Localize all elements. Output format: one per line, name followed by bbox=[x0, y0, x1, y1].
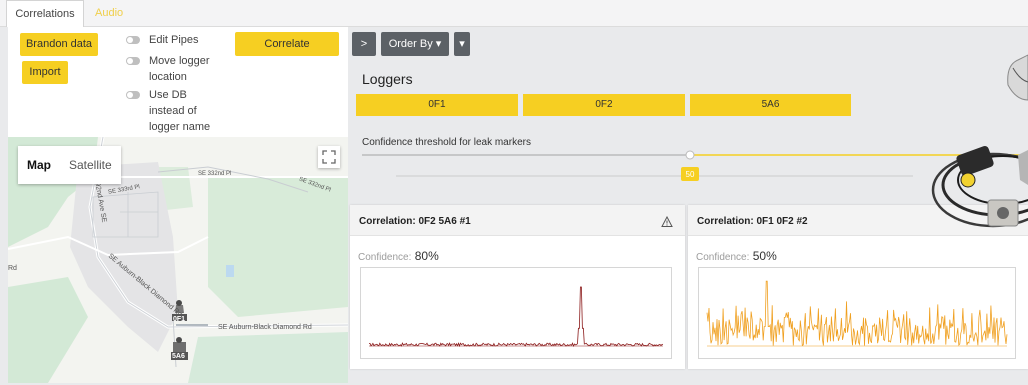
road-label: Rd bbox=[8, 265, 17, 272]
correlation-trace-1 bbox=[369, 286, 664, 348]
order-dropdown-button[interactable]: ▾ bbox=[454, 32, 470, 56]
map-view[interactable]: SE 332nd Pl SE 332nd Pl SE 333rd Pl 192n… bbox=[8, 137, 348, 383]
fullscreen-icon bbox=[322, 150, 336, 164]
order-by-button[interactable]: Order By ▾ bbox=[381, 32, 449, 56]
correlation-trace-2 bbox=[706, 280, 1008, 347]
next-button[interactable]: > bbox=[352, 32, 376, 56]
logger-button-0f2[interactable]: 0F2 bbox=[523, 94, 685, 116]
map-type-satellite[interactable]: Satellite bbox=[60, 146, 121, 184]
map-type-map[interactable]: Map bbox=[18, 146, 60, 184]
correlation-line bbox=[369, 286, 664, 348]
warning-icon bbox=[661, 216, 673, 227]
move-logger-toggle[interactable] bbox=[126, 57, 140, 65]
fullscreen-button[interactable] bbox=[318, 146, 340, 168]
correlation-title: Correlation: 0F2 5A6 #1 bbox=[359, 216, 471, 227]
confidence-value: 50% bbox=[752, 249, 777, 263]
correlation-plot-2 bbox=[698, 267, 1016, 359]
road-label: SE Auburn-Black Diamond Rd bbox=[218, 324, 312, 331]
confidence-readout: Confidence: 80% bbox=[358, 249, 439, 263]
confidence-value: 80% bbox=[414, 249, 439, 263]
use-db-toggle[interactable] bbox=[126, 91, 140, 99]
correlation-card-1[interactable]: Correlation: 0F2 5A6 #1 Confidence: 80% bbox=[350, 205, 685, 369]
marker-5a6-label: 5A6 bbox=[172, 353, 185, 360]
loggers-title: Loggers bbox=[362, 71, 413, 87]
tab-audio[interactable]: Audio bbox=[95, 0, 123, 27]
correlation-card-1-title: Correlation: 0F2 5A6 #1 bbox=[350, 205, 685, 236]
slider-handle[interactable] bbox=[685, 150, 695, 160]
correlate-button[interactable]: Correlate bbox=[235, 32, 339, 56]
tab-correlations[interactable]: Correlations bbox=[6, 0, 84, 27]
import-button[interactable]: Import bbox=[22, 61, 68, 84]
confidence-label: Confidence: bbox=[358, 252, 412, 263]
edit-pipes-toggle[interactable] bbox=[126, 36, 140, 44]
slider-value-text: 50 bbox=[685, 170, 695, 179]
use-db-label: Use DB instead of logger name bbox=[149, 89, 211, 133]
marker-0f1-label: 0F1 bbox=[173, 316, 186, 323]
correlation-title: Correlation: 0F1 0F2 #2 bbox=[697, 216, 808, 227]
tab-bar: Correlations Audio bbox=[0, 0, 1028, 27]
move-logger-label: Move logger location bbox=[149, 55, 210, 83]
confidence-label: Confidence: bbox=[696, 252, 750, 263]
logger-button-0f1[interactable]: 0F1 bbox=[356, 94, 518, 116]
map-type-control: Map Satellite bbox=[18, 146, 121, 184]
correlation-line bbox=[706, 280, 1008, 347]
logger-hardware-image bbox=[931, 54, 1028, 228]
logger-button-5a6[interactable]: 5A6 bbox=[690, 94, 851, 116]
confidence-readout: Confidence: 50% bbox=[696, 249, 777, 263]
correlation-plot-1 bbox=[360, 267, 672, 359]
edit-pipes-label: Edit Pipes bbox=[149, 34, 199, 46]
road-label: SE 332nd Pl bbox=[198, 171, 232, 177]
brandon-data-button[interactable]: Brandon data bbox=[20, 33, 98, 56]
